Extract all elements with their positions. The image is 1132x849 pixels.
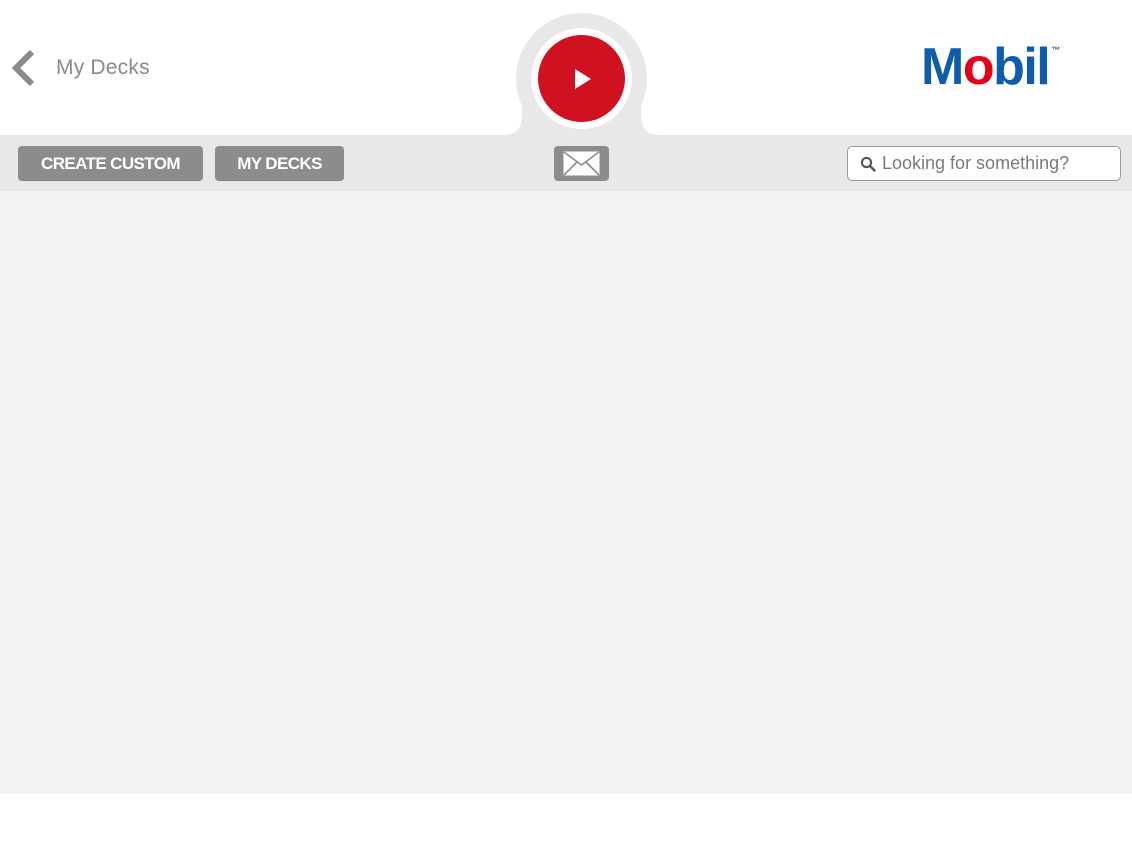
- back-button[interactable]: My Decks: [8, 48, 150, 88]
- search-box[interactable]: [847, 146, 1121, 181]
- play-icon: [575, 69, 591, 89]
- email-button[interactable]: [554, 146, 609, 181]
- chevron-left-icon: [11, 49, 35, 87]
- search-icon: [860, 156, 876, 172]
- logo-letter-m: M: [921, 38, 964, 96]
- mobil-logo: Mo bil ™: [921, 40, 1060, 94]
- decks-content-area: [0, 191, 1132, 794]
- my-decks-button[interactable]: MY DECKS: [215, 146, 344, 181]
- footer-area: [0, 794, 1132, 849]
- create-custom-deck-button[interactable]: CREATE CUSTOM DECK: [18, 146, 203, 208]
- toolbar: CREATE CUSTOM DECK MY DECKS: [0, 135, 1132, 208]
- back-label: My Decks: [56, 56, 150, 79]
- mail-icon: [563, 151, 600, 176]
- header: My Decks Mo bil ™: [0, 0, 1132, 144]
- logo-letter-o: o: [962, 38, 995, 96]
- logo-letters-bil: bil: [993, 38, 1051, 96]
- app-screen: My Decks Mobil™ CREATE CUSTOM DECK MY DE…: [0, 0, 1132, 849]
- search-input[interactable]: [882, 148, 1112, 179]
- play-button[interactable]: [538, 35, 625, 122]
- logo-trademark: ™: [1051, 45, 1061, 55]
